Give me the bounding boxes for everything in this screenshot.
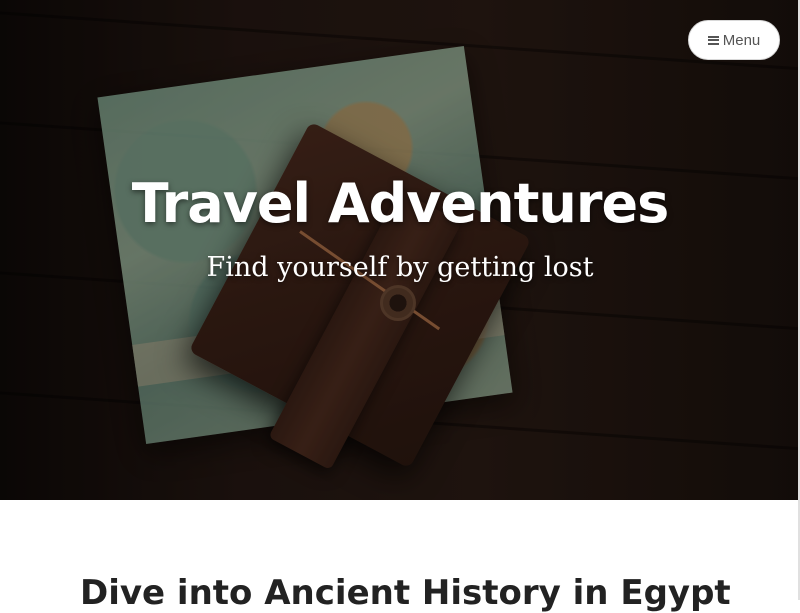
site-title[interactable]: Travel Adventures	[0, 172, 800, 235]
hamburger-icon	[707, 35, 719, 45]
site-tagline: Find yourself by getting lost	[206, 252, 594, 283]
hero-overlay	[0, 0, 800, 500]
menu-button[interactable]: Menu	[688, 20, 780, 60]
hero-banner: Travel Adventures Find yourself by getti…	[0, 0, 800, 500]
menu-label: Menu	[722, 31, 761, 49]
post-title[interactable]: Dive into Ancient History in Egypt	[80, 573, 731, 613]
